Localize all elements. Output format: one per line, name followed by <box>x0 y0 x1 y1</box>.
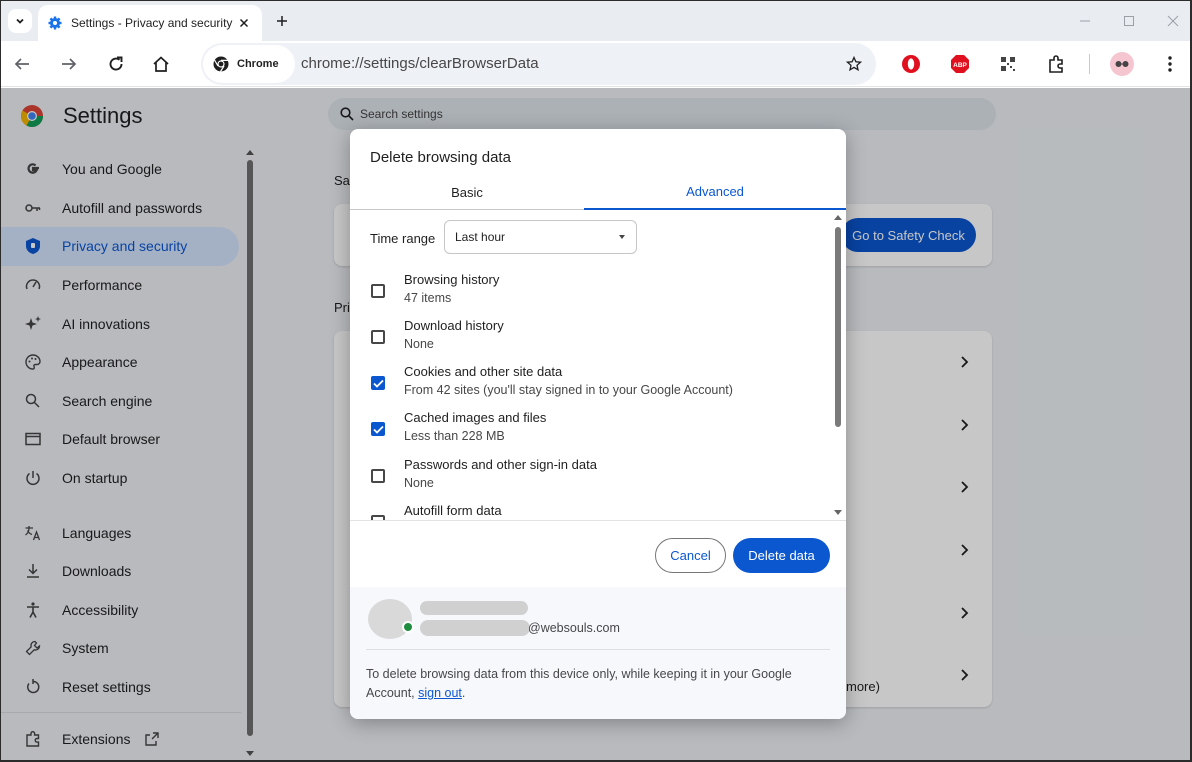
omnibox[interactable]: Chrome chrome://settings/clearBrowserDat… <box>201 43 876 85</box>
dialog-body: Time range Last hour Browsing history 47… <box>350 211 846 521</box>
option-label: Passwords and other sign-in data <box>404 457 597 472</box>
option-passwords[interactable]: Passwords and other sign-in data None <box>350 457 830 503</box>
chip-label: Chrome <box>237 58 279 70</box>
scroll-up-arrow-icon <box>834 215 842 220</box>
close-icon <box>239 18 249 28</box>
option-label: Cached images and files <box>404 410 547 425</box>
time-range-value: Last hour <box>455 230 506 244</box>
option-sub: None <box>404 337 434 351</box>
profile-avatar[interactable] <box>1110 52 1134 76</box>
bookmark-button[interactable] <box>843 53 865 75</box>
opera-extension-icon[interactable] <box>901 54 921 74</box>
checkbox[interactable] <box>371 284 385 298</box>
dialog-scrollbar[interactable] <box>832 213 844 519</box>
toolbar: Chrome chrome://settings/clearBrowserDat… <box>1 41 1190 87</box>
star-icon <box>846 56 862 72</box>
tab-close-button[interactable] <box>236 15 252 31</box>
checkmark-icon <box>372 379 384 388</box>
dialog-scroll-thumb[interactable] <box>835 227 841 427</box>
option-cookies[interactable]: Cookies and other site data From 42 site… <box>350 364 830 410</box>
option-sub: From 42 sites (you'll stay signed in to … <box>404 383 733 397</box>
browser-window: Settings - Privacy and security Chrome c… <box>1 1 1190 760</box>
tab-basic[interactable]: Basic <box>350 175 584 210</box>
delete-data-button[interactable]: Delete data <box>733 538 830 573</box>
cancel-button[interactable]: Cancel <box>655 538 726 573</box>
dialog-actions: Cancel Delete data <box>350 520 846 586</box>
back-button[interactable] <box>9 51 35 77</box>
reload-icon <box>109 56 123 71</box>
site-info-chip[interactable]: Chrome <box>203 45 295 83</box>
checkbox-checked[interactable] <box>371 422 385 436</box>
tab-search-button[interactable] <box>8 9 32 33</box>
checkbox[interactable] <box>371 469 385 483</box>
close-icon <box>1167 15 1179 27</box>
toolbar-separator <box>1089 54 1090 74</box>
window-close-button[interactable] <box>1162 10 1184 32</box>
option-label: Browsing history <box>404 272 500 287</box>
chevron-down-icon <box>16 18 24 24</box>
url-text: chrome://settings/clearBrowserData <box>301 55 539 72</box>
reload-button[interactable] <box>103 51 129 77</box>
home-button[interactable] <box>148 51 174 77</box>
checkmark-icon <box>372 425 384 434</box>
scroll-down-arrow-icon <box>834 510 842 515</box>
settings-gear-icon <box>48 16 62 30</box>
home-icon <box>153 56 169 72</box>
checkbox[interactable] <box>371 330 385 344</box>
more-vert-icon <box>1168 56 1172 72</box>
sign-out-link[interactable]: sign out <box>418 686 462 700</box>
option-label: Download history <box>404 318 504 333</box>
chrome-logo-icon <box>213 56 229 72</box>
delete-browsing-data-dialog: Delete browsing data Basic Advanced Time… <box>350 129 846 719</box>
option-sub: None <box>404 476 434 490</box>
qr-code-icon[interactable] <box>998 54 1018 74</box>
arrow-right-icon <box>62 58 77 70</box>
option-label: Cookies and other site data <box>404 364 563 379</box>
note-end: . <box>461 686 466 700</box>
tab-strip: Settings - Privacy and security <box>1 1 1190 41</box>
maximize-icon <box>1124 16 1134 26</box>
redacted-email <box>420 620 530 636</box>
option-browsing-history[interactable]: Browsing history 47 items <box>350 272 830 318</box>
maximize-button[interactable] <box>1118 10 1140 32</box>
plus-icon <box>277 16 287 26</box>
arrow-left-icon <box>14 58 29 70</box>
time-range-select[interactable]: Last hour <box>444 220 637 254</box>
minimize-icon <box>1080 20 1090 22</box>
dropdown-arrow-icon <box>619 235 625 239</box>
active-tab[interactable]: Settings - Privacy and security <box>38 5 262 41</box>
option-sub: 47 items <box>404 291 452 305</box>
menu-button[interactable] <box>1157 51 1183 77</box>
extensions-puzzle-icon[interactable] <box>1046 54 1066 74</box>
option-download-history[interactable]: Download history None <box>350 318 830 364</box>
minimize-button[interactable] <box>1074 10 1096 32</box>
sync-status-dot <box>402 621 414 633</box>
account-email-suffix: @websouls.com <box>528 621 620 635</box>
option-cached-images[interactable]: Cached images and files Less than 228 MB <box>350 410 830 456</box>
sign-out-note: To delete browsing data from this device… <box>366 665 826 703</box>
option-sub: Less than 228 MB <box>404 429 505 443</box>
dialog-title: Delete browsing data <box>370 149 511 166</box>
account-avatar <box>368 599 412 639</box>
account-section: @websouls.com To delete browsing data fr… <box>350 587 846 719</box>
svg-text:ABP: ABP <box>953 62 967 69</box>
adblock-plus-icon[interactable]: ABP <box>950 54 970 74</box>
account-divider <box>366 649 830 650</box>
tab-title: Settings - Privacy and security <box>71 16 233 30</box>
option-label: Autofill form data <box>404 503 502 518</box>
redacted-name <box>420 601 528 615</box>
checkbox-checked[interactable] <box>371 376 385 390</box>
forward-button[interactable] <box>56 51 82 77</box>
option-autofill-form-data[interactable]: Autofill form data <box>350 503 830 521</box>
tab-advanced[interactable]: Advanced <box>584 175 846 210</box>
time-range-label: Time range <box>370 231 436 246</box>
new-tab-button[interactable] <box>271 10 293 32</box>
dialog-tabs: Basic Advanced <box>350 175 846 210</box>
